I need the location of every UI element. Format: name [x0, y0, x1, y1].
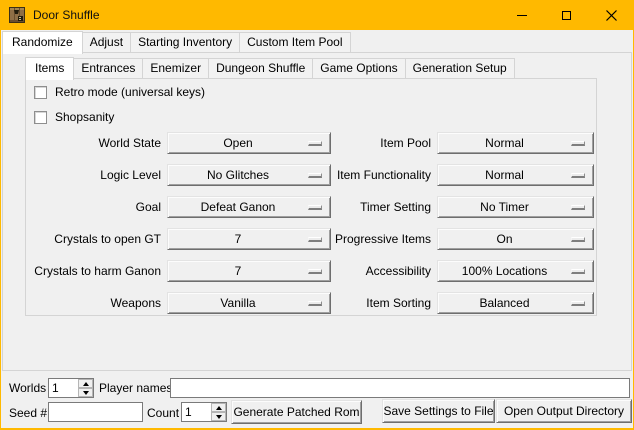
- weapons-label: Weapons: [26, 292, 161, 314]
- tab-starting-inventory[interactable]: Starting Inventory: [130, 32, 240, 52]
- window-body: Randomize Adjust Starting Inventory Cust…: [1, 30, 633, 428]
- crystals-ganon-label: Crystals to harm Ganon: [26, 260, 161, 282]
- crystals-ganon-value: 7: [168, 264, 308, 278]
- shopsanity-label: Shopsanity: [55, 110, 114, 124]
- retro-mode-option: Retro mode (universal keys): [34, 85, 205, 99]
- main-tab-bar: Randomize Adjust Starting Inventory Cust…: [2, 31, 351, 54]
- dropdown-indicator-icon: [571, 205, 585, 210]
- spinner-up-icon: [83, 382, 89, 386]
- generate-patched-rom-button[interactable]: Generate Patched Rom: [231, 400, 362, 424]
- worlds-spin-down[interactable]: [78, 388, 93, 397]
- crystals-gt-label: Crystals to open GT: [26, 228, 161, 250]
- dropdown-indicator-icon: [308, 237, 322, 242]
- dropdown-indicator-icon: [308, 141, 322, 146]
- dropdown-indicator-icon: [571, 237, 585, 242]
- save-settings-button[interactable]: Save Settings to File: [382, 399, 495, 423]
- minimize-button[interactable]: [499, 0, 544, 30]
- accessibility-dropdown[interactable]: 100% Locations: [437, 260, 594, 282]
- crystals-gt-dropdown[interactable]: 7: [167, 228, 331, 250]
- weapons-value: Vanilla: [168, 296, 308, 310]
- weapons-dropdown[interactable]: Vanilla: [167, 292, 331, 314]
- world-state-label: World State: [26, 132, 161, 154]
- world-state-value: Open: [168, 136, 308, 150]
- window-title: Door Shuffle: [33, 8, 100, 22]
- seed-input[interactable]: [48, 402, 143, 422]
- count-spinner[interactable]: [181, 402, 227, 422]
- dropdown-indicator-icon: [308, 301, 322, 306]
- crystals-ganon-dropdown[interactable]: 7: [167, 260, 331, 282]
- tab-entrances[interactable]: Entrances: [73, 58, 143, 78]
- progressive-items-label: Progressive Items: [326, 228, 431, 250]
- logic-level-value: No Glitches: [168, 168, 308, 182]
- tab-generation-setup[interactable]: Generation Setup: [405, 58, 515, 78]
- retro-mode-checkbox[interactable]: [34, 86, 47, 99]
- tab-randomize[interactable]: Randomize: [2, 31, 83, 54]
- item-sorting-label: Item Sorting: [326, 292, 431, 314]
- logic-level-label: Logic Level: [26, 164, 161, 186]
- item-functionality-value: Normal: [438, 168, 571, 182]
- maximize-button[interactable]: [544, 0, 589, 30]
- logic-level-dropdown[interactable]: No Glitches: [167, 164, 331, 186]
- accessibility-value: 100% Locations: [438, 264, 571, 278]
- item-functionality-label: Item Functionality: [326, 164, 431, 186]
- count-spin-up[interactable]: [211, 403, 226, 412]
- crystals-gt-value: 7: [168, 232, 308, 246]
- tab-dungeon-shuffle[interactable]: Dungeon Shuffle: [208, 58, 313, 78]
- seed-label: Seed #: [9, 403, 47, 423]
- accessibility-label: Accessibility: [326, 260, 431, 282]
- tab-enemizer[interactable]: Enemizer: [142, 58, 209, 78]
- maximize-icon: [562, 11, 571, 20]
- sub-tab-bar: Items Entrances Enemizer Dungeon Shuffle…: [25, 57, 515, 80]
- count-spin-down[interactable]: [211, 412, 226, 421]
- tab-adjust[interactable]: Adjust: [82, 32, 131, 52]
- shopsanity-option: Shopsanity: [34, 110, 114, 124]
- progressive-items-value: On: [438, 232, 571, 246]
- item-sorting-value: Balanced: [438, 296, 571, 310]
- tab-items[interactable]: Items: [25, 57, 74, 80]
- worlds-spin-up[interactable]: [78, 379, 93, 388]
- spinner-down-icon: [83, 391, 89, 395]
- dropdown-indicator-icon: [571, 173, 585, 178]
- tab-custom-item-pool[interactable]: Custom Item Pool: [239, 32, 350, 52]
- item-functionality-dropdown[interactable]: Normal: [437, 164, 594, 186]
- player-names-label: Player names: [99, 378, 172, 398]
- worlds-spinner[interactable]: [48, 378, 94, 398]
- open-output-directory-button[interactable]: Open Output Directory: [496, 399, 632, 423]
- shopsanity-checkbox[interactable]: [34, 111, 47, 124]
- count-input[interactable]: [182, 403, 211, 421]
- dropdown-indicator-icon: [571, 141, 585, 146]
- close-icon: [606, 10, 617, 21]
- app-window: Door Shuffle Randomize Adjust Starting: [0, 0, 634, 430]
- timer-setting-value: No Timer: [438, 200, 571, 214]
- timer-setting-label: Timer Setting: [326, 196, 431, 218]
- count-label: Count: [147, 403, 179, 423]
- spinner-down-icon: [216, 415, 222, 419]
- door-icon: [9, 7, 25, 23]
- player-names-input[interactable]: [170, 378, 630, 398]
- dropdown-indicator-icon: [571, 269, 585, 274]
- dropdown-indicator-icon: [571, 301, 585, 306]
- goal-value: Defeat Ganon: [168, 200, 308, 214]
- retro-mode-label: Retro mode (universal keys): [55, 85, 205, 99]
- timer-setting-dropdown[interactable]: No Timer: [437, 196, 594, 218]
- dropdown-indicator-icon: [308, 173, 322, 178]
- item-sorting-dropdown[interactable]: Balanced: [437, 292, 594, 314]
- item-pool-dropdown[interactable]: Normal: [437, 132, 594, 154]
- progressive-items-dropdown[interactable]: On: [437, 228, 594, 250]
- goal-dropdown[interactable]: Defeat Ganon: [167, 196, 331, 218]
- worlds-label: Worlds: [9, 378, 46, 398]
- spinner-up-icon: [216, 406, 222, 410]
- goal-label: Goal: [26, 196, 161, 218]
- close-button[interactable]: [589, 0, 634, 30]
- minimize-icon: [517, 15, 527, 16]
- world-state-dropdown[interactable]: Open: [167, 132, 331, 154]
- tab-game-options[interactable]: Game Options: [312, 58, 405, 78]
- worlds-input[interactable]: [49, 379, 78, 397]
- item-pool-label: Item Pool: [326, 132, 431, 154]
- item-pool-value: Normal: [438, 136, 571, 150]
- dropdown-indicator-icon: [308, 205, 322, 210]
- title-bar[interactable]: Door Shuffle: [0, 0, 634, 30]
- dropdown-indicator-icon: [308, 269, 322, 274]
